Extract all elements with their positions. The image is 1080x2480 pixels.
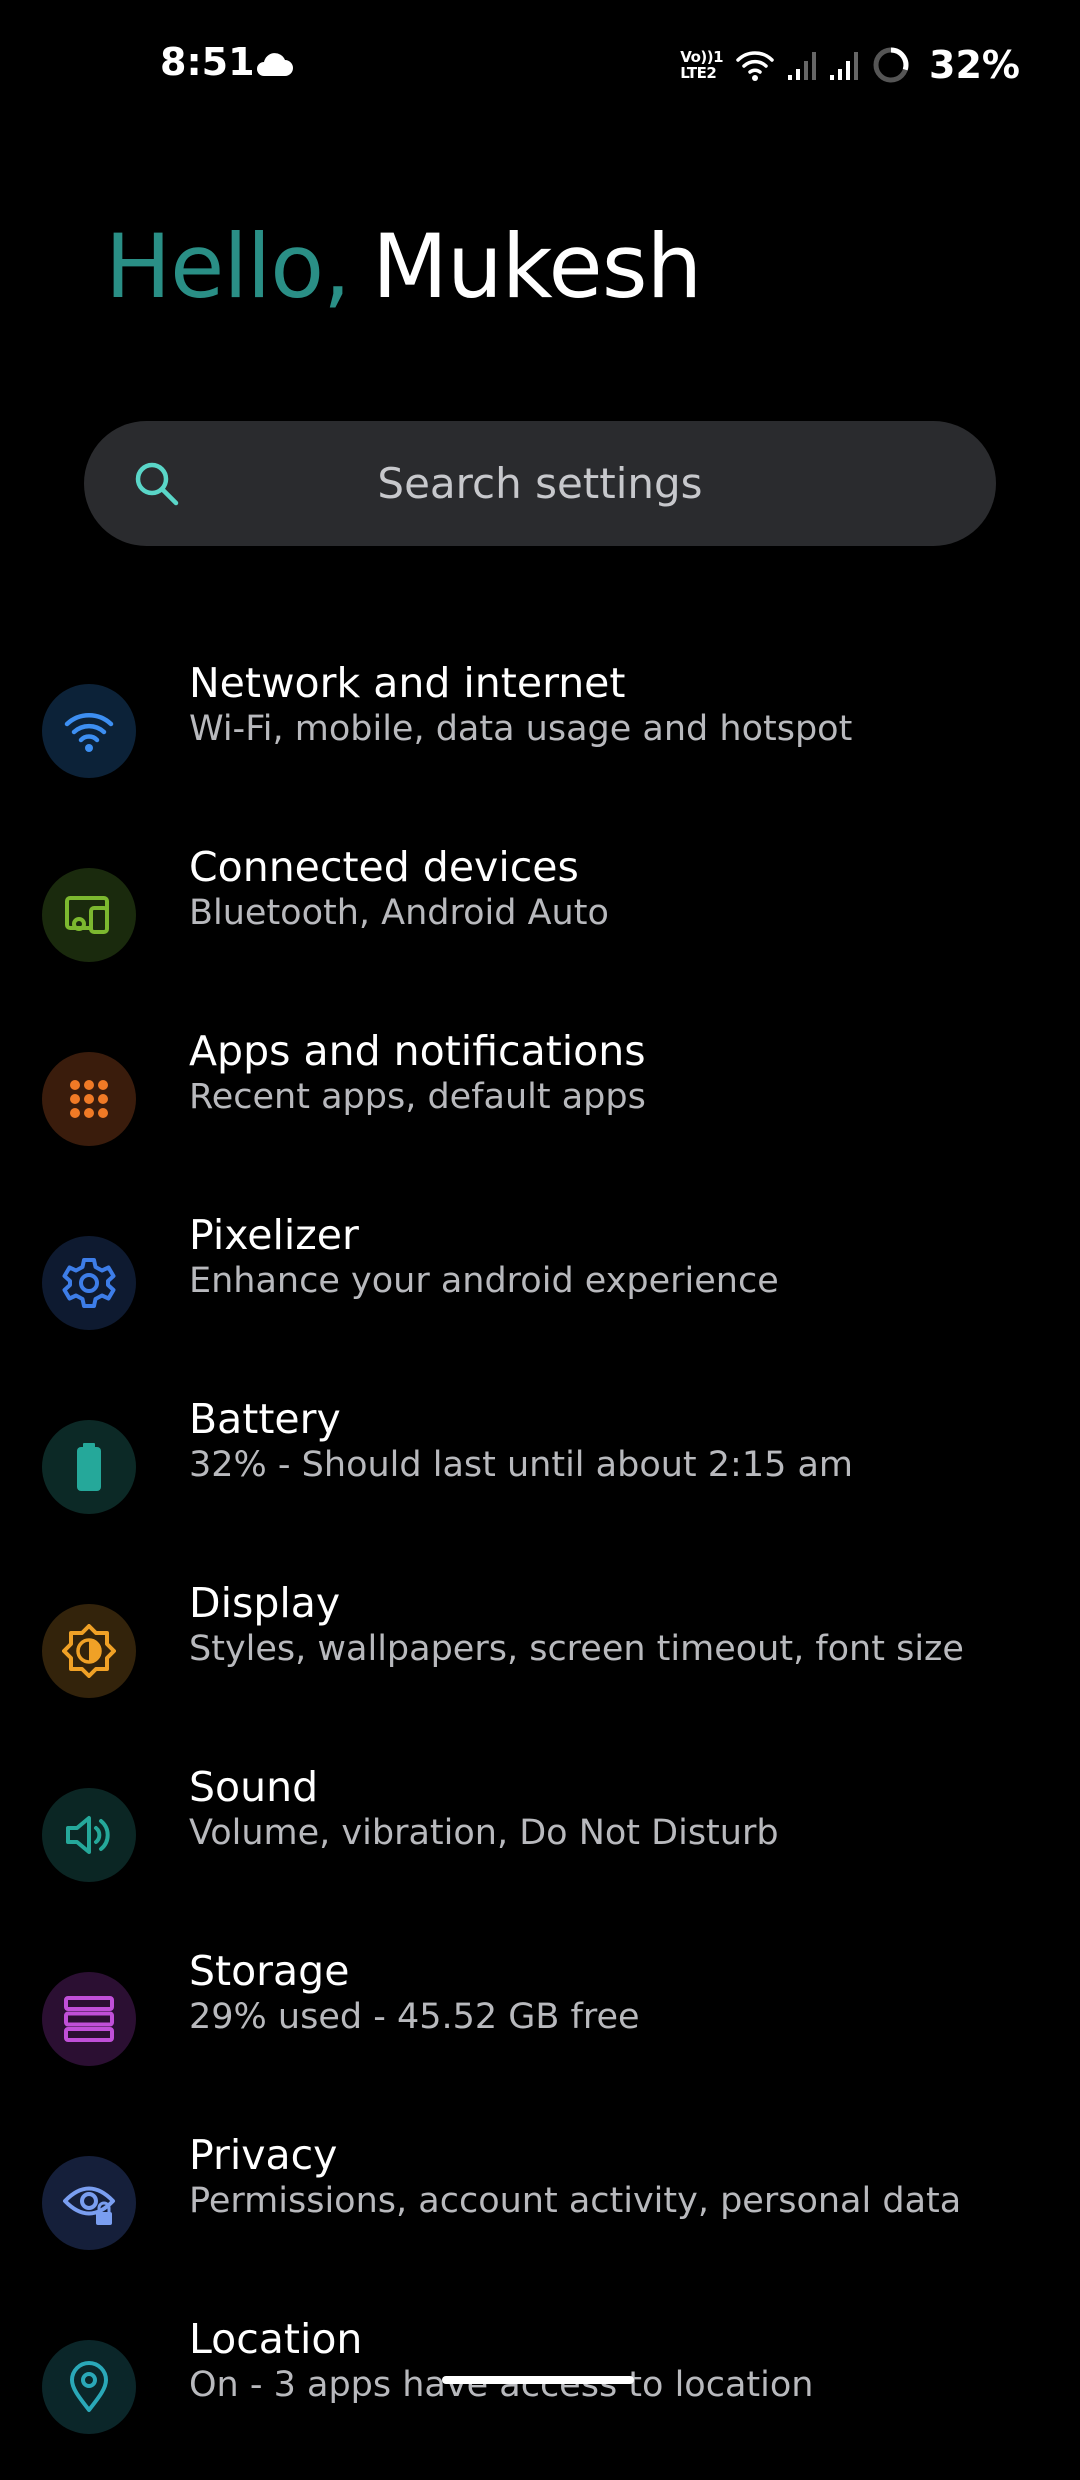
volte-bottom-text: LTE2 (680, 64, 717, 82)
settings-item-storage[interactable]: Storage 29% used - 45.52 GB free (0, 1928, 1080, 2112)
settings-item-summary: Recent apps, default apps (189, 1077, 646, 1117)
settings-item-title: Battery (189, 1395, 341, 1443)
search-placeholder: Search settings (377, 459, 703, 508)
storage-icon (42, 1972, 136, 2066)
search-bar[interactable]: Search settings (84, 421, 996, 546)
settings-item-title: Apps and notifications (189, 1027, 646, 1075)
settings-item-display[interactable]: Display Styles, wallpapers, screen timeo… (0, 1560, 1080, 1744)
greeting-name: Mukesh (372, 215, 702, 318)
settings-item-title: Pixelizer (189, 1211, 359, 1259)
cell-signal-1-icon (788, 52, 817, 80)
location-pin-icon (42, 2340, 136, 2434)
greeting: Hello, Mukesh (105, 215, 702, 318)
volte-top-text: Vo))1 (680, 48, 724, 66)
brightness-icon (42, 1604, 136, 1698)
settings-item-summary: Bluetooth, Android Auto (189, 893, 609, 933)
status-bar: 8:51 Vo))1 LTE2 32% (0, 0, 1080, 130)
battery-percent: 32% (929, 43, 1020, 87)
status-time: 8:51 (160, 40, 255, 84)
settings-item-title: Location (189, 2315, 363, 2363)
settings-item-pixelizer[interactable]: Pixelizer Enhance your android experienc… (0, 1192, 1080, 1376)
cloud-icon (257, 53, 293, 76)
battery-icon (42, 1420, 136, 1514)
apps-grid-icon (42, 1052, 136, 1146)
volume-icon (42, 1788, 136, 1882)
settings-item-network[interactable]: Network and internet Wi-Fi, mobile, data… (0, 640, 1080, 824)
cell-signal-2-icon (830, 52, 859, 80)
settings-item-apps[interactable]: Apps and notifications Recent apps, defa… (0, 1008, 1080, 1192)
settings-item-summary: Enhance your android experience (189, 1261, 779, 1301)
settings-item-summary: Volume, vibration, Do Not Disturb (189, 1813, 779, 1853)
settings-item-sound[interactable]: Sound Volume, vibration, Do Not Disturb (0, 1744, 1080, 1928)
settings-item-summary: Styles, wallpapers, screen timeout, font… (189, 1629, 964, 1669)
settings-item-summary: On - 3 apps have access to location (189, 2365, 814, 2405)
wifi-signal-icon (736, 51, 774, 81)
settings-item-location[interactable]: Location On - 3 apps have access to loca… (0, 2296, 1080, 2480)
settings-item-title: Connected devices (189, 843, 579, 891)
settings-item-title: Network and internet (189, 659, 626, 707)
settings-item-summary: 29% used - 45.52 GB free (189, 1997, 640, 2037)
devices-icon (42, 868, 136, 962)
status-icons: Vo))1 LTE2 32% (680, 40, 1020, 90)
settings-list: Network and internet Wi-Fi, mobile, data… (0, 640, 1080, 2480)
settings-item-battery[interactable]: Battery 32% - Should last until about 2:… (0, 1376, 1080, 1560)
wifi-icon (42, 684, 136, 778)
settings-item-privacy[interactable]: Privacy Permissions, account activity, p… (0, 2112, 1080, 2296)
settings-item-connected-devices[interactable]: Connected devices Bluetooth, Android Aut… (0, 824, 1080, 1008)
settings-item-title: Display (189, 1579, 341, 1627)
settings-item-title: Privacy (189, 2131, 338, 2179)
settings-item-title: Storage (189, 1947, 350, 1995)
battery-circle-icon (873, 47, 909, 83)
settings-item-summary: Wi-Fi, mobile, data usage and hotspot (189, 709, 853, 749)
privacy-eye-icon (42, 2156, 136, 2250)
settings-item-title: Sound (189, 1763, 319, 1811)
gesture-nav-handle[interactable] (442, 2376, 634, 2384)
gear-icon (42, 1236, 136, 1330)
settings-item-summary: 32% - Should last until about 2:15 am (189, 1445, 854, 1485)
greeting-hello: Hello, (105, 215, 351, 318)
volte-indicator: Vo))1 LTE2 (680, 49, 723, 81)
settings-item-summary: Permissions, account activity, personal … (189, 2181, 962, 2221)
